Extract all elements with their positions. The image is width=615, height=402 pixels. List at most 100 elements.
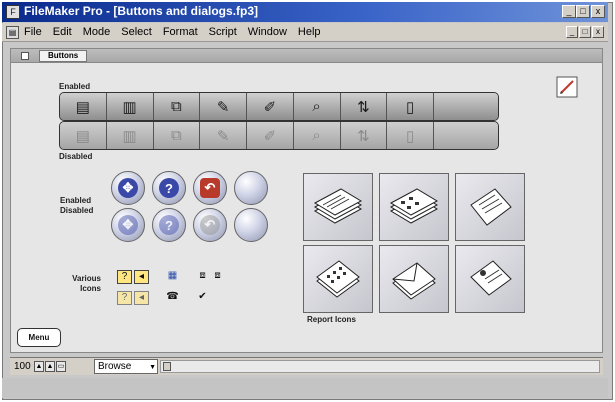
report-pages-tile[interactable]	[303, 245, 373, 313]
report-doc-icon: ▯	[387, 122, 434, 149]
title-bar[interactable]: F FileMaker Pro - [Buttons and dialogs.f…	[2, 2, 608, 22]
delete-records-icon: ✎	[200, 122, 247, 149]
doc-minimize-button[interactable]: _	[566, 26, 578, 38]
phone-icon[interactable]: ☎	[165, 291, 180, 305]
close-button[interactable]: x	[591, 5, 605, 18]
window-bottom-frame	[2, 378, 608, 398]
menu-items: File Edit Mode Select Format Script Wind…	[24, 26, 321, 38]
copy-records-icon[interactable]: ⧉	[153, 93, 201, 120]
status-area-toggle-icon[interactable]: ▭	[56, 361, 66, 372]
blank-circle-button-disabled	[234, 208, 268, 242]
report-icons-label: Report Icons	[307, 315, 356, 324]
compare-alt-icon[interactable]: ⧈	[210, 270, 225, 284]
menu-file[interactable]: File	[24, 26, 42, 38]
export-records-icon[interactable]: ✐	[247, 93, 294, 120]
zoom-controls: ▲ ▲ ▭	[34, 361, 66, 372]
export-records-icon: ✐	[247, 122, 294, 149]
report-single-page-tile[interactable]	[455, 173, 525, 241]
zoom-out-icon[interactable]: ▲	[34, 361, 44, 372]
menu-button[interactable]: Menu	[17, 328, 61, 347]
columns-view-icon[interactable]: ▥	[106, 93, 154, 120]
maximize-button[interactable]: □	[576, 5, 590, 18]
columns-view-icon: ▥	[106, 122, 154, 149]
table-icon[interactable]: ▦	[165, 270, 180, 284]
report-labels-tile[interactable]	[455, 245, 525, 313]
report-stack-grid-tile[interactable]	[379, 173, 449, 241]
zoom-in-icon[interactable]: ▲	[45, 361, 55, 372]
arrow-left-box-icon[interactable]: ◂	[134, 270, 149, 284]
list-view-icon: ▤	[60, 122, 107, 149]
blank-button	[434, 122, 498, 149]
copy-records-icon: ⧉	[153, 122, 201, 149]
disabled-button-bar: ▤ ▥ ⧉ ✎ ✐ ⌕ ⇅ ▯	[59, 121, 499, 150]
navigate-button-disabled: ✥	[111, 208, 145, 242]
report-stack-list-tile[interactable]	[303, 173, 373, 241]
question-box-disabled-icon: ?	[117, 291, 132, 305]
pencil-edit-icon[interactable]	[556, 76, 578, 98]
navigate-icon: ✥	[118, 215, 138, 235]
document-icon[interactable]: ▤	[6, 26, 19, 39]
report-stack-list-icon	[313, 188, 363, 224]
layout-content: Buttons Enabled ▤ ▥ ⧉ ✎ ✐ ⌕ ⇅ ▯ ▤ ▥ ⧉ ✎ …	[10, 48, 603, 353]
menu-help[interactable]: Help	[298, 26, 321, 38]
help-icon: ?	[159, 215, 179, 235]
layout-square-icon	[21, 52, 29, 60]
help-button[interactable]: ?	[152, 171, 186, 205]
circle-disabled-label: Disabled	[60, 206, 94, 215]
horizontal-scrollbar[interactable]	[160, 360, 600, 373]
arrow-left-box-disabled-icon: ◂	[134, 291, 149, 305]
chevron-down-icon: ▼	[149, 364, 156, 371]
minimize-button[interactable]: _	[562, 5, 576, 18]
navigate-button[interactable]: ✥	[111, 171, 145, 205]
mode-dropdown[interactable]: Browse ▼	[94, 359, 158, 374]
report-doc-icon[interactable]: ▯	[387, 93, 434, 120]
checkmark-icon[interactable]: ✔	[195, 291, 210, 305]
report-single-page-icon	[470, 188, 512, 226]
sort-records-icon[interactable]: ⇅	[340, 93, 388, 120]
undo-button-disabled: ↶	[193, 208, 227, 242]
list-view-icon[interactable]: ▤	[60, 93, 107, 120]
filemaker-app-icon[interactable]: F	[6, 5, 20, 19]
delete-records-icon[interactable]: ✎	[200, 93, 247, 120]
status-bar: 100 ▲ ▲ ▭ Browse ▼	[10, 357, 603, 375]
sort-records-icon: ⇅	[340, 122, 388, 149]
various-icons-label-text: Various Icons	[72, 274, 101, 293]
doc-restore-button[interactable]: □	[579, 26, 591, 38]
menu-bar: ▤ File Edit Mode Select Format Script Wi…	[2, 23, 608, 42]
menu-edit[interactable]: Edit	[53, 26, 72, 38]
undo-icon: ↶	[200, 178, 220, 198]
layout-tab-buttons[interactable]: Buttons	[39, 50, 88, 62]
report-envelopes-tile[interactable]	[379, 245, 449, 313]
zoom-level: 100	[14, 361, 31, 372]
question-box-icon[interactable]: ?	[117, 270, 132, 284]
circle-enabled-label: Enabled	[60, 196, 92, 205]
doc-close-button[interactable]: x	[592, 26, 604, 38]
compare-icon[interactable]: ⧈	[195, 270, 210, 284]
undo-icon: ↶	[200, 215, 220, 235]
help-icon: ?	[159, 178, 179, 198]
menu-mode[interactable]: Mode	[83, 26, 111, 38]
menu-select[interactable]: Select	[121, 26, 152, 38]
disabled-label: Disabled	[59, 152, 93, 161]
enabled-label: Enabled	[59, 82, 91, 91]
find-records-icon: ⌕	[293, 122, 341, 149]
blank-button[interactable]	[434, 93, 498, 120]
menu-format[interactable]: Format	[163, 26, 198, 38]
blank-circle-button[interactable]	[234, 171, 268, 205]
document-window-controls: _ □ x	[566, 26, 604, 38]
menu-window[interactable]: Window	[248, 26, 287, 38]
navigate-icon: ✥	[118, 178, 138, 198]
undo-button[interactable]: ↶	[193, 171, 227, 205]
report-labels-icon	[470, 260, 512, 296]
menu-script[interactable]: Script	[209, 26, 237, 38]
window-title: FileMaker Pro - [Buttons and dialogs.fp3…	[24, 4, 259, 18]
find-records-icon[interactable]: ⌕	[293, 93, 341, 120]
enabled-button-bar: ▤ ▥ ⧉ ✎ ✐ ⌕ ⇅ ▯	[59, 92, 499, 121]
layout-header: Buttons	[11, 49, 602, 63]
report-pages-icon	[316, 260, 360, 298]
scroll-thumb[interactable]	[163, 362, 171, 371]
report-envelopes-icon	[392, 262, 436, 300]
report-stack-grid-icon	[389, 188, 439, 224]
help-button-disabled: ?	[152, 208, 186, 242]
mode-value: Browse	[98, 361, 132, 372]
